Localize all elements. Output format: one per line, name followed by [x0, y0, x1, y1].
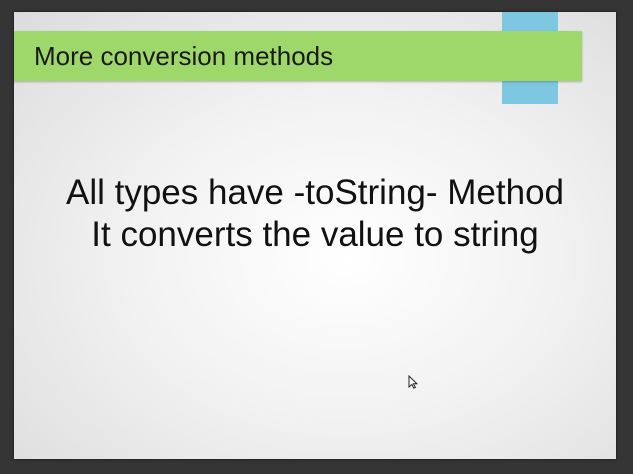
body-line-1: All types have -toString- Method: [65, 173, 564, 212]
slide: More conversion methods All types have -…: [14, 12, 616, 459]
title-bar: More conversion methods: [14, 31, 582, 81]
mouse-pointer-icon: [408, 375, 418, 389]
slide-title: More conversion methods: [34, 41, 334, 71]
body-line-2: It converts the value to string: [91, 215, 539, 254]
presentation-frame: More conversion methods All types have -…: [0, 0, 633, 474]
slide-body: All types have -toString- Method It conv…: [14, 172, 616, 256]
